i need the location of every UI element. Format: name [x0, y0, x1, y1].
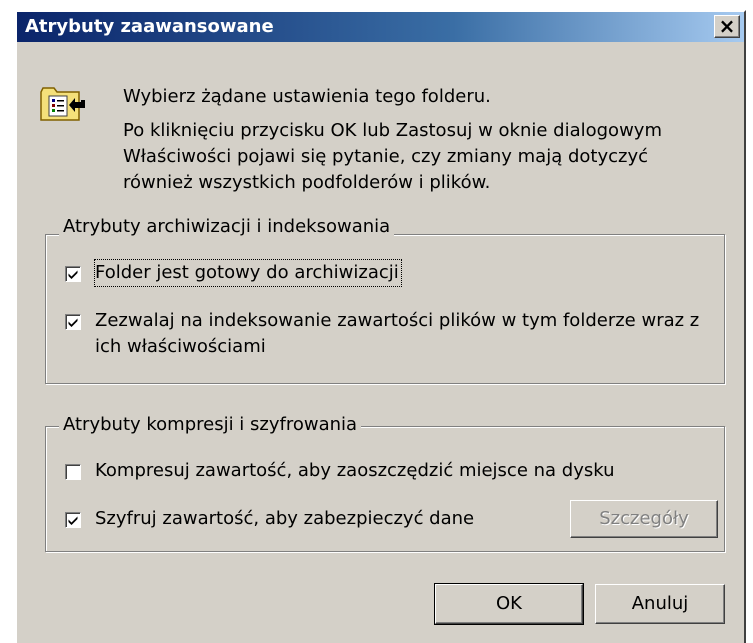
check-icon — [68, 516, 78, 525]
intro-text-1: Wybierz żądane ustawienia tego folderu. — [123, 86, 491, 107]
encrypt-checkbox[interactable] — [65, 512, 81, 528]
index-checkbox[interactable] — [65, 314, 81, 330]
cancel-button[interactable]: Anuluj — [595, 584, 725, 624]
compress-checkbox[interactable] — [65, 464, 81, 480]
advanced-attributes-dialog: Atrybuty zaawansowane × Wybierz żądane u… — [15, 10, 746, 643]
intro-text-2: Po kliknięciu przycisku OK lub Zastosuj … — [123, 120, 662, 193]
check-icon — [68, 270, 78, 279]
ok-button[interactable]: OK — [434, 583, 584, 625]
details-button[interactable]: Szczegóły — [570, 500, 718, 538]
archive-index-group-label: Atrybuty archiwizacji i indeksowania — [59, 216, 395, 238]
check-icon — [68, 318, 78, 327]
archive-checkbox-label[interactable]: Folder jest gotowy do archiwizacji — [94, 259, 402, 287]
folder-properties-icon — [39, 84, 89, 124]
archive-checkbox[interactable] — [65, 266, 81, 282]
compress-encrypt-group-label: Atrybuty kompresji i szyfrowania — [59, 414, 362, 436]
encrypt-checkbox-label[interactable]: Szyfruj zawartość, aby zabezpieczyć dane — [95, 506, 474, 532]
dialog-title: Atrybuty zaawansowane — [25, 16, 274, 37]
index-checkbox-label[interactable]: Zezwalaj na indeksowanie zawartości plik… — [95, 308, 715, 360]
compress-checkbox-label[interactable]: Kompresuj zawartość, aby zaoszczędzić mi… — [95, 458, 615, 484]
close-button[interactable]: × — [714, 15, 740, 38]
title-bar[interactable]: Atrybuty zaawansowane × — [17, 12, 744, 42]
